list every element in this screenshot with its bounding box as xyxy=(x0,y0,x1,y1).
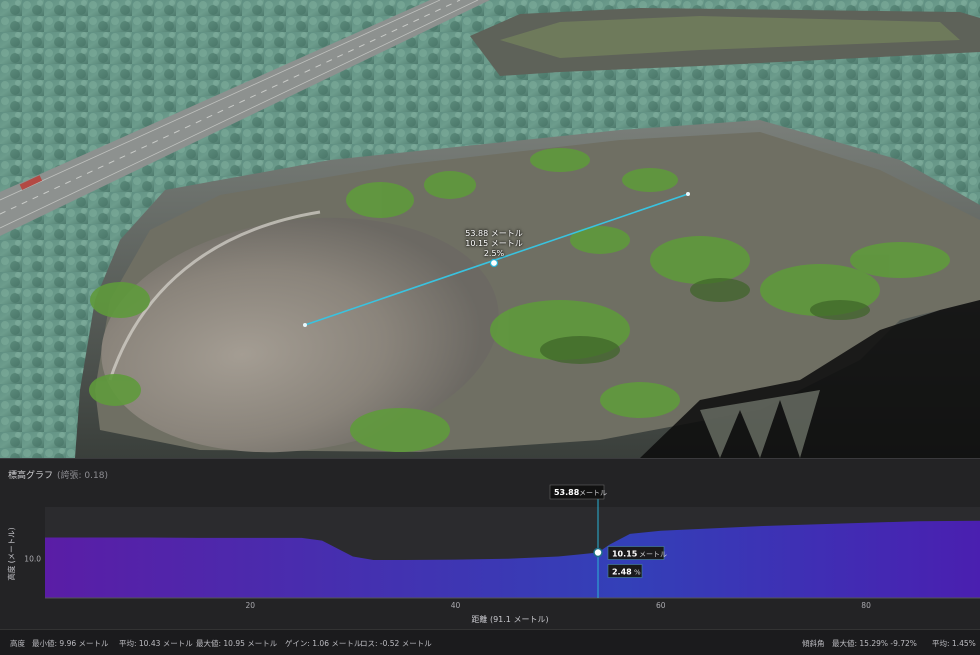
measurement-start-point xyxy=(303,323,307,327)
cursor-distance-unit: メートル xyxy=(579,489,607,497)
footer-avg: 平均: 10.43 メートル xyxy=(119,639,193,648)
statistics-footer: 高度 最小値: 9.96 メートル 平均: 10.43 メートル 最大値: 10… xyxy=(0,629,980,655)
measurement-cursor-point xyxy=(489,258,499,268)
y-tick-label: 10.0 xyxy=(24,554,41,563)
footer-elevation-label: 高度 xyxy=(10,639,25,648)
elevation-chart[interactable]: 20 40 60 80 10.0 距離 (91.1 メートル) 高度 (メートル) 53.88… xyxy=(0,459,980,629)
measurement-end-point xyxy=(686,192,690,196)
footer-slope-label: 傾斜角 xyxy=(802,639,825,648)
x-axis-title: 距離 (91.1 メートル) xyxy=(471,614,548,624)
footer-loss: ロス: -0.52 メートル xyxy=(360,639,432,648)
cursor-slope-value: 2.48 xyxy=(612,568,632,577)
footer-slope-avg: 平均: 1.45% xyxy=(932,639,976,648)
cursor-point xyxy=(593,547,603,558)
footer-min: 最小値: 9.96 メートル xyxy=(32,639,109,648)
x-tick-label: 40 xyxy=(451,601,461,610)
y-axis-title: 高度 (メートル) xyxy=(6,527,16,580)
measurement-height: 10.15 メートル xyxy=(465,239,523,248)
elevation-profile-panel: 標高グラフ (誇張: 0.18) 20 40 60 80 10.0 距離 (91.1 メート… xyxy=(0,458,980,655)
cursor-distance-value: 53.88 xyxy=(554,488,580,497)
measurement-slope: 2.5% xyxy=(483,249,505,258)
measurement-distance: 53.88 メートル xyxy=(465,229,523,238)
footer-slope-max: 最大値: 15.29% -9.72% xyxy=(832,639,917,648)
footer-max: 最大値: 10.95 メートル xyxy=(196,639,278,648)
x-tick-label: 60 xyxy=(656,601,666,610)
cursor-slope-unit: % xyxy=(634,569,641,577)
x-tick-label: 20 xyxy=(245,601,255,610)
footer-gain: ゲイン: 1.06 メートル xyxy=(285,639,362,648)
cursor-height-unit: メートル xyxy=(639,551,667,559)
3d-scene-view[interactable]: 53.88 メートル 10.15 メートル 2.5% xyxy=(0,0,980,458)
x-tick-label: 80 xyxy=(861,601,871,610)
measurement-label: 53.88 メートル 10.15 メートル 2.5% xyxy=(452,229,536,259)
cursor-height-value: 10.15 xyxy=(612,550,638,559)
